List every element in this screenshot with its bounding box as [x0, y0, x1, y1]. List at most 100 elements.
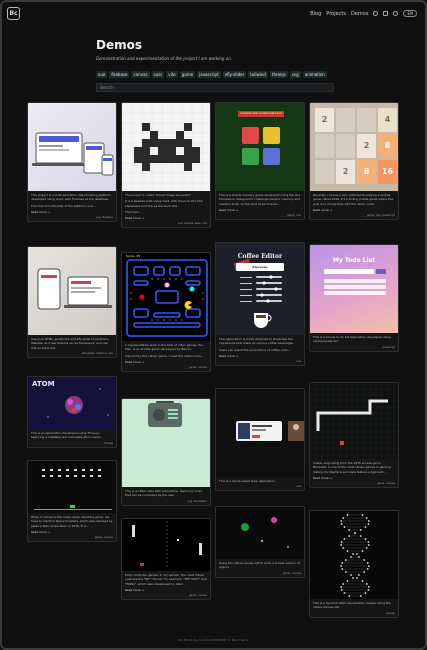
- game-tile: [315, 134, 334, 158]
- demo-card[interactable]: Early computer games, in my opinion, the…: [121, 518, 211, 601]
- demo-card[interactable]: This is an SVG radio with animations, fe…: [121, 398, 211, 506]
- card-thumbnail: Connect color on the board and: [216, 103, 304, 191]
- card-description: Inspired by this classic game, I used th…: [125, 353, 204, 358]
- rss-icon[interactable]: [383, 11, 389, 16]
- demo-card[interactable]: My Todo List This is a simple to-do list…: [309, 244, 399, 352]
- demo-card[interactable]: When it comes to the most classic shooti…: [27, 460, 117, 543]
- page-header: Demos Demonstration and experimentation …: [96, 38, 341, 61]
- game-banner: Connect color on the board and: [238, 111, 284, 117]
- score-label: Score: 45: [126, 254, 141, 258]
- dna-node: [348, 535, 351, 537]
- card-description: This is a simple memory game developed u…: [219, 193, 301, 206]
- demo-card[interactable]: Connect color on the board and This is a…: [215, 102, 305, 221]
- read-more-link[interactable]: Read more →: [125, 216, 207, 220]
- tag-filter-list: vue firebase canvas sass vite game javas…: [96, 71, 327, 78]
- card-description: Using the native canvas API to write a s…: [219, 561, 300, 570]
- card-tags: game, canvas: [188, 594, 207, 598]
- nav-projects-link[interactable]: Projects: [326, 11, 346, 17]
- demo-card[interactable]: Coffee Editor Espresso This application …: [215, 242, 305, 367]
- card-thumbnail: [28, 461, 116, 513]
- card-thumbnail: [310, 383, 398, 459]
- dna-node: [367, 544, 370, 546]
- dna-node: [367, 589, 370, 591]
- theme-toggle-icon[interactable]: [393, 11, 399, 16]
- dna-node: [368, 565, 370, 567]
- game-tile: 2: [336, 160, 355, 184]
- game-tile: [336, 134, 355, 158]
- card-description: A representative work in the field of vi…: [125, 343, 205, 352]
- tag-firebase[interactable]: firebase: [109, 71, 130, 78]
- search-input[interactable]: Search: [96, 83, 334, 92]
- atom-title: ATOM: [32, 380, 55, 388]
- dna-node: [340, 520, 343, 522]
- nav-blog-link[interactable]: Blog: [310, 11, 321, 17]
- tag-threejs[interactable]: threejs: [269, 71, 288, 78]
- game-tile: 8: [378, 134, 397, 158]
- dna-node: [352, 577, 354, 579]
- tag-sass[interactable]: sass: [151, 71, 165, 78]
- card-tags: vue: [296, 360, 301, 364]
- language-switch[interactable]: EN: [403, 10, 417, 17]
- tag-game[interactable]: game: [179, 71, 196, 78]
- demo-card[interactable]: Snake, originating from the 1976 arcade …: [309, 382, 399, 489]
- tag-vite[interactable]: vite: [166, 71, 178, 78]
- dna-node: [343, 592, 346, 594]
- tag-javascript[interactable]: javascript: [197, 71, 221, 78]
- demo-card[interactable]: The project is called "Smart Image Gener…: [121, 102, 211, 229]
- read-more-link[interactable]: Read more →: [125, 360, 207, 364]
- read-more-link[interactable]: Read more →: [219, 208, 301, 212]
- dna-node: [340, 523, 343, 525]
- demo-card[interactable]: This project is a code education matchma…: [27, 102, 117, 223]
- demo-card[interactable]: Use pure HTML, JavaScript and alfy-slide…: [27, 246, 117, 358]
- card-thumbnail: Score: 45: [122, 253, 210, 341]
- card-tags: vue, canvas, sass, vite: [177, 222, 207, 226]
- demo-card[interactable]: 2 4 2 8 2 8 16 Recently, I've been very addict…: [309, 102, 399, 221]
- tag-animation[interactable]: animation: [302, 71, 327, 78]
- tag-vue[interactable]: vue: [96, 71, 108, 78]
- dna-node: [342, 583, 345, 585]
- card-description: This project is a code education matchma…: [31, 193, 111, 202]
- nav-demos-link[interactable]: Demos: [351, 11, 368, 17]
- dna-node: [365, 583, 368, 585]
- coffee-editor-title: Coffee Editor: [237, 253, 283, 260]
- dna-node: [357, 574, 360, 576]
- tag-canvas[interactable]: canvas: [131, 71, 150, 78]
- read-more-link[interactable]: Read more →: [313, 208, 395, 212]
- demo-card[interactable]: Using the native canvas API to write a s…: [215, 506, 305, 578]
- read-more-link[interactable]: Read more →: [125, 588, 207, 592]
- card-description: This is a movie select shop application.: [219, 479, 276, 483]
- card-thumbnail: Coffee Editor Espresso: [216, 243, 304, 335]
- card-tags: alfy-slider, tailwind, vite: [81, 351, 113, 355]
- dna-visualization: [340, 514, 370, 597]
- game-2048-board: 2 4 2 8 2 8 16: [315, 108, 397, 184]
- demo-card[interactable]: This is a movie select shop application.…: [215, 388, 305, 492]
- read-more-link[interactable]: Read more →: [219, 354, 301, 358]
- dna-node: [346, 514, 349, 516]
- site-logo[interactable]: Bc: [7, 7, 20, 20]
- card-thumbnail: ATOM: [28, 377, 116, 429]
- demo-card[interactable]: Score: 45 A representative work in the f…: [121, 252, 211, 373]
- card-thumbnail: 2 4 2 8 2 8 16: [310, 103, 398, 191]
- read-more-link[interactable]: Read more →: [31, 530, 113, 534]
- dna-node: [340, 586, 343, 588]
- read-more-link[interactable]: Read more →: [31, 210, 113, 214]
- page-subtitle: Demonstration and experimentation of the…: [96, 56, 232, 61]
- card-tags: game, canvas: [188, 366, 207, 370]
- read-more-link[interactable]: Read more →: [313, 476, 395, 480]
- demo-card[interactable]: ATOM This is an application developed us…: [27, 376, 117, 448]
- card-description: The main functionality of the platform i…: [31, 203, 96, 208]
- demo-card[interactable]: This is a dynamic DNA visualization crea…: [309, 510, 399, 618]
- tag-svg[interactable]: svg: [289, 71, 301, 78]
- dna-node: [352, 553, 354, 555]
- game-tile: 2: [315, 108, 334, 132]
- dna-node: [361, 550, 364, 552]
- page-title: Demos: [96, 38, 142, 52]
- dna-node: [340, 589, 343, 591]
- github-icon[interactable]: [373, 11, 379, 16]
- tag-tailwind[interactable]: tailwind: [248, 71, 268, 78]
- dna-node: [348, 595, 351, 597]
- card-thumbnail: [216, 389, 304, 477]
- dna-node: [367, 541, 370, 543]
- dna-node: [367, 586, 370, 588]
- tag-vfly-slider[interactable]: vfly-slider: [222, 71, 247, 78]
